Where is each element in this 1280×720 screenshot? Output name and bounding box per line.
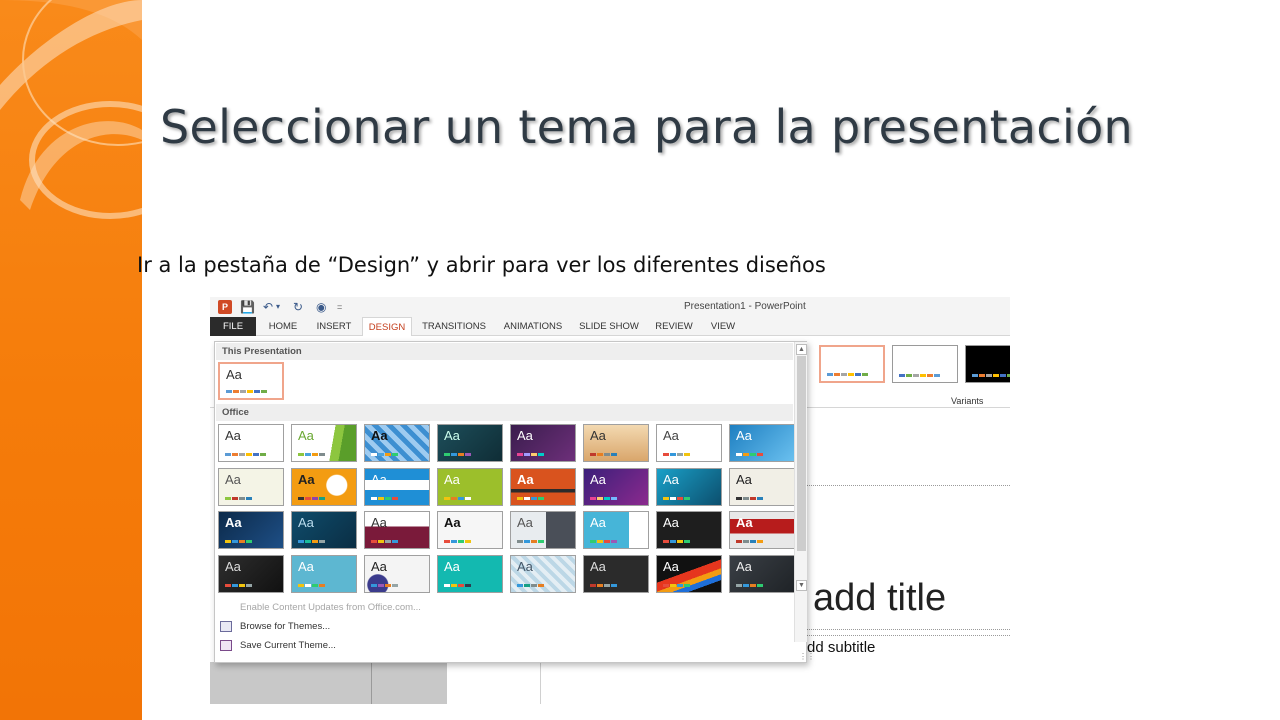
variant-thumb-1[interactable]: [819, 345, 885, 383]
decorative-swirl-icon: [0, 0, 142, 219]
theme-thumb[interactable]: Aa: [729, 511, 795, 549]
theme-thumb[interactable]: Aa: [218, 511, 284, 549]
theme-thumb[interactable]: Aa: [729, 555, 795, 593]
variant-thumb-2[interactable]: [892, 345, 958, 383]
placeholder-border: [800, 629, 1010, 630]
tab-slide-show[interactable]: SLIDE SHOW: [577, 317, 641, 336]
tab-home[interactable]: HOME: [262, 317, 304, 336]
theme-thumb[interactable]: Aa: [656, 511, 722, 549]
theme-thumb[interactable]: Aa: [437, 555, 503, 593]
save-current-theme-item[interactable]: Save Current Theme...: [240, 640, 336, 651]
theme-thumb[interactable]: Aa: [291, 555, 357, 593]
window-title: Presentation1 - PowerPoint: [684, 301, 806, 312]
theme-thumb[interactable]: Aa: [583, 468, 649, 506]
scroll-up-icon[interactable]: ▲: [796, 344, 807, 355]
theme-thumb[interactable]: Aa: [437, 511, 503, 549]
tab-insert[interactable]: INSERT: [310, 317, 358, 336]
theme-thumb[interactable]: Aa: [218, 424, 284, 462]
save-icon[interactable]: 💾: [240, 300, 255, 314]
theme-thumb[interactable]: Aa: [510, 511, 576, 549]
scrollbar-thumb[interactable]: [797, 356, 806, 551]
theme-thumb[interactable]: Aa: [510, 555, 576, 593]
theme-thumb[interactable]: Aa: [364, 424, 430, 462]
theme-thumb[interactable]: Aa: [729, 424, 795, 462]
browse-themes-icon: [220, 621, 232, 632]
theme-thumb[interactable]: Aa: [510, 424, 576, 462]
theme-thumb[interactable]: Aa: [583, 555, 649, 593]
start-from-beginning-icon[interactable]: ◉: [316, 300, 326, 314]
theme-thumb[interactable]: Aa: [437, 424, 503, 462]
theme-thumb[interactable]: Aa: [656, 468, 722, 506]
tab-review[interactable]: REVIEW: [650, 317, 698, 336]
theme-thumb[interactable]: Aa: [583, 511, 649, 549]
undo-icon[interactable]: ↶: [263, 300, 273, 314]
theme-thumb[interactable]: Aa: [291, 511, 357, 549]
customize-qat-icon[interactable]: =: [337, 300, 342, 314]
placeholder-border: [800, 485, 1010, 486]
subtitle-placeholder[interactable]: dd subtitle: [807, 639, 875, 656]
slide-title: Seleccionar un tema para la presentación: [160, 100, 1133, 154]
slide-thumbnail-pane: [210, 662, 447, 704]
theme-thumb[interactable]: Aa: [291, 424, 357, 462]
browse-for-themes-item[interactable]: Browse for Themes...: [240, 621, 330, 632]
theme-thumb[interactable]: Aa: [364, 468, 430, 506]
theme-thumb[interactable]: Aa: [729, 468, 795, 506]
theme-thumb[interactable]: Aa: [656, 555, 722, 593]
theme-thumb[interactable]: Aa: [364, 511, 430, 549]
theme-thumb-current[interactable]: Aa: [218, 362, 284, 400]
powerpoint-screenshot: P 💾 ↶ ▾ ↻ ◉ = Presentation1 - PowerPoint…: [210, 297, 1010, 704]
theme-thumb[interactable]: Aa: [437, 468, 503, 506]
undo-dropdown-icon[interactable]: ▾: [276, 300, 280, 314]
pane-divider: [371, 662, 372, 704]
theme-thumb[interactable]: Aa: [364, 555, 430, 593]
title-bar: P 💾 ↶ ▾ ↻ ◉ = Presentation1 - PowerPoint: [210, 297, 1010, 317]
tab-view[interactable]: VIEW: [704, 317, 742, 336]
theme-thumb[interactable]: Aa: [291, 468, 357, 506]
slide-body-text: Ir a la pestaña de “Design” y abrir para…: [137, 253, 826, 277]
slide-decoration-bar: [0, 0, 142, 720]
enable-content-updates-item: Enable Content Updates from Office.com..…: [240, 602, 421, 613]
scroll-down-icon[interactable]: ▼: [796, 580, 807, 591]
theme-thumb[interactable]: Aa: [218, 468, 284, 506]
tab-design[interactable]: DESIGN: [362, 317, 412, 337]
theme-thumb[interactable]: Aa: [656, 424, 722, 462]
resize-grip-icon[interactable]: ⋮⋮: [799, 652, 815, 661]
tab-file[interactable]: FILE: [210, 317, 256, 336]
gallery-scrollbar[interactable]: ▲ ▼: [794, 342, 807, 642]
theme-thumb[interactable]: Aa: [218, 555, 284, 593]
placeholder-border: [800, 635, 1010, 636]
theme-thumb[interactable]: Aa: [510, 468, 576, 506]
variants-group-label: Variants: [951, 396, 984, 406]
redo-icon[interactable]: ↻: [293, 300, 303, 314]
powerpoint-app-icon[interactable]: P: [218, 300, 232, 314]
themes-gallery-dropdown: This Presentation Aa Office Aa Aa Aa Aa …: [214, 341, 815, 663]
title-placeholder[interactable]: add title: [813, 577, 946, 620]
tab-transitions[interactable]: TRANSITIONS: [419, 317, 489, 336]
save-theme-icon: [220, 640, 232, 651]
section-this-presentation: This Presentation: [216, 343, 793, 360]
ribbon-tabs: FILE HOME INSERT DESIGN TRANSITIONS ANIM…: [210, 317, 1010, 337]
variant-thumb-3[interactable]: [965, 345, 1010, 383]
section-office: Office: [216, 404, 793, 421]
theme-thumb[interactable]: Aa: [583, 424, 649, 462]
tab-animations[interactable]: ANIMATIONS: [497, 317, 569, 336]
